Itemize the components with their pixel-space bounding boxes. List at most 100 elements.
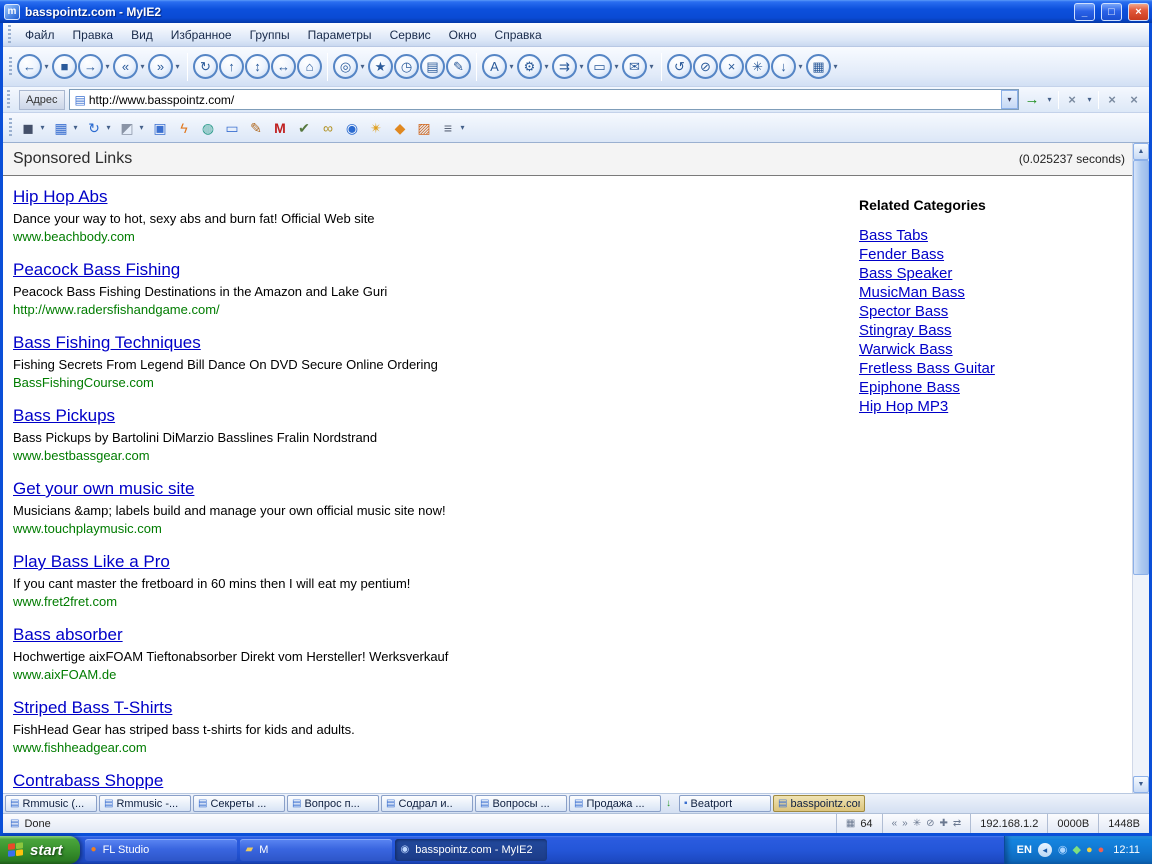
dropdown-caret[interactable]: ▾ <box>103 62 112 71</box>
compose-button[interactable]: ✎ <box>245 117 267 139</box>
menu-groups[interactable]: Группы <box>241 25 299 45</box>
macro-button[interactable]: M <box>269 117 291 139</box>
dropdown-caret[interactable]: ▾ <box>542 62 551 71</box>
ad-contrabass-shoppe[interactable]: Contrabass Shoppe <box>13 771 163 791</box>
favorites-button[interactable]: ★ <box>368 54 393 79</box>
toolbar-grip[interactable] <box>9 117 12 138</box>
tray-green-icon[interactable]: ◆ <box>1073 844 1081 856</box>
dropdown-caret[interactable]: ▾ <box>612 62 621 71</box>
menu-view[interactable]: Вид <box>122 25 162 45</box>
task-m-folder[interactable]: ▰ M <box>239 839 392 861</box>
menu-file[interactable]: Файл <box>16 25 64 45</box>
related-spector-bass[interactable]: Spector Bass <box>859 303 948 320</box>
tray-browser-icon[interactable]: ◉ <box>1058 844 1068 856</box>
tab-sodral[interactable]: ▤ Содрал и.. <box>381 795 473 812</box>
back-button[interactable]: ← ▾ <box>17 54 51 79</box>
tab-beatport[interactable]: ▪ Beatport <box>679 795 771 812</box>
start-button[interactable]: start <box>0 836 80 864</box>
maximize-button[interactable]: □ <box>1101 2 1122 21</box>
address-dropdown-button[interactable]: ▾ <box>1001 90 1018 109</box>
dropdown-caret[interactable]: ▾ <box>137 123 146 132</box>
status-forward-icon[interactable]: » <box>902 818 908 829</box>
menu-window[interactable]: Окно <box>440 25 486 45</box>
first-page-button[interactable]: « ▾ <box>113 54 147 79</box>
close-button[interactable]: × <box>1128 2 1149 21</box>
status-transfer-icon[interactable]: ⇄ <box>953 818 961 829</box>
ad-get-your-own-music-site[interactable]: Get your own music site <box>13 479 194 499</box>
dropdown-caret[interactable]: ▾ <box>458 123 467 132</box>
options-button[interactable]: ⚙ ▾ <box>517 54 551 79</box>
block-popup-button[interactable]: ⊘ <box>693 54 718 79</box>
menu-help[interactable]: Справка <box>486 25 551 45</box>
close-all-button[interactable]: × <box>1125 91 1143 109</box>
tab-vopros[interactable]: ▤ Вопрос п... <box>287 795 379 812</box>
ad-bass-fishing-techniques[interactable]: Bass Fishing Techniques <box>13 333 201 353</box>
search-button[interactable]: ◎ ▾ <box>333 54 367 79</box>
related-musicman-bass[interactable]: MusicMan Bass <box>859 284 965 301</box>
go-button[interactable]: → <box>1023 91 1041 109</box>
tray-yellow-icon[interactable]: ● <box>1086 844 1093 856</box>
tab-prodazha[interactable]: ▤ Продажа ... <box>569 795 661 812</box>
mail-button[interactable]: ✉ ▾ <box>622 54 656 79</box>
print-button[interactable]: ▤ <box>420 54 445 79</box>
tab-sekrety[interactable]: ▤ Секреты ... <box>193 795 285 812</box>
plugins-button[interactable]: ✳ <box>745 54 770 79</box>
status-add-icon[interactable]: ✚ <box>939 818 947 829</box>
status-block-icon[interactable]: ⊘ <box>926 818 934 829</box>
task-basspointz[interactable]: ◉ basspointz.com - MyIE2 <box>394 839 547 861</box>
stop-button[interactable]: ■ <box>52 54 77 79</box>
ad-peacock-bass-fishing[interactable]: Peacock Bass Fishing <box>13 260 180 280</box>
dropdown-caret[interactable]: ▾ <box>173 62 182 71</box>
language-indicator[interactable]: EN <box>1017 844 1032 856</box>
task-fl-studio[interactable]: ● FL Studio <box>84 839 237 861</box>
ad-bass-pickups[interactable]: Bass Pickups <box>13 406 115 426</box>
related-bass-speaker[interactable]: Bass Speaker <box>859 265 952 282</box>
tab-rmmusic-1[interactable]: ▤ Rmmusic (... <box>5 795 97 812</box>
dropdown-caret[interactable]: ▾ <box>577 62 586 71</box>
links-button[interactable]: ∞ <box>317 117 339 139</box>
menu-tools[interactable]: Сервис <box>381 25 440 45</box>
gesture-button[interactable]: ✴ <box>365 117 387 139</box>
download-button[interactable]: ↓ ▾ <box>771 54 805 79</box>
download-indicator-icon[interactable]: ↓ <box>663 795 677 812</box>
dropdown-caret[interactable]: ▾ <box>647 62 656 71</box>
menu-edit[interactable]: Правка <box>64 25 123 45</box>
hide-icons-chevron-icon[interactable]: ◂ <box>1037 843 1052 857</box>
refresh-button[interactable]: ↻ <box>193 54 218 79</box>
span-button[interactable]: ↔ <box>271 54 296 79</box>
sort-tabs-button[interactable]: ↕ <box>245 54 270 79</box>
related-hip-hop-mp3[interactable]: Hip Hop MP3 <box>859 398 948 415</box>
related-fender-bass[interactable]: Fender Bass <box>859 246 944 263</box>
globe-button[interactable]: ◉ <box>341 117 363 139</box>
scroll-up-button[interactable]: ▲ <box>1133 143 1149 160</box>
flashget-button[interactable]: ϟ <box>173 117 195 139</box>
next-link-button[interactable]: ⇉ ▾ <box>552 54 586 79</box>
forward-button[interactable]: → ▾ <box>78 54 112 79</box>
tab-rmmusic-2[interactable]: ▤ Rmmusic -... <box>99 795 191 812</box>
ad-play-bass-like-a-pro[interactable]: Play Bass Like a Pro <box>13 552 170 572</box>
tab-basspointz[interactable]: ▤ basspointz.com <box>773 795 865 812</box>
save-session-button[interactable]: ◼ ▾ <box>17 117 48 139</box>
dropdown-caret[interactable]: ▾ <box>358 62 367 71</box>
close-current-button[interactable]: × <box>1103 91 1121 109</box>
menu-options[interactable]: Параметры <box>299 25 381 45</box>
up-button[interactable]: ↑ <box>219 54 244 79</box>
minimize-button[interactable]: _ <box>1074 2 1095 21</box>
diamond-button[interactable]: ◆ <box>389 117 411 139</box>
font-size-button[interactable]: A ▾ <box>482 54 516 79</box>
dropdown-caret[interactable]: ▾ <box>38 123 47 132</box>
form-fill-button[interactable]: ▦ ▾ <box>50 117 81 139</box>
dropdown-caret[interactable]: ▾ <box>507 62 516 71</box>
images-button[interactable]: ▨ <box>413 117 435 139</box>
last-page-button[interactable]: » ▾ <box>148 54 182 79</box>
save-page-button[interactable]: ▣ <box>149 117 171 139</box>
related-warwick-bass[interactable]: Warwick Bass <box>859 341 953 358</box>
dropdown-caret[interactable]: ▾ <box>138 62 147 71</box>
dropdown-caret[interactable]: ▾ <box>71 123 80 132</box>
menu-favorites[interactable]: Избранное <box>162 25 241 45</box>
ad-hip-hop-abs[interactable]: Hip Hop Abs <box>13 187 108 207</box>
dropdown-caret[interactable]: ▾ <box>104 123 113 132</box>
tray-red-icon[interactable]: ● <box>1098 844 1105 856</box>
related-stingray-bass[interactable]: Stingray Bass <box>859 322 952 339</box>
toolbar-grip[interactable] <box>9 56 12 77</box>
